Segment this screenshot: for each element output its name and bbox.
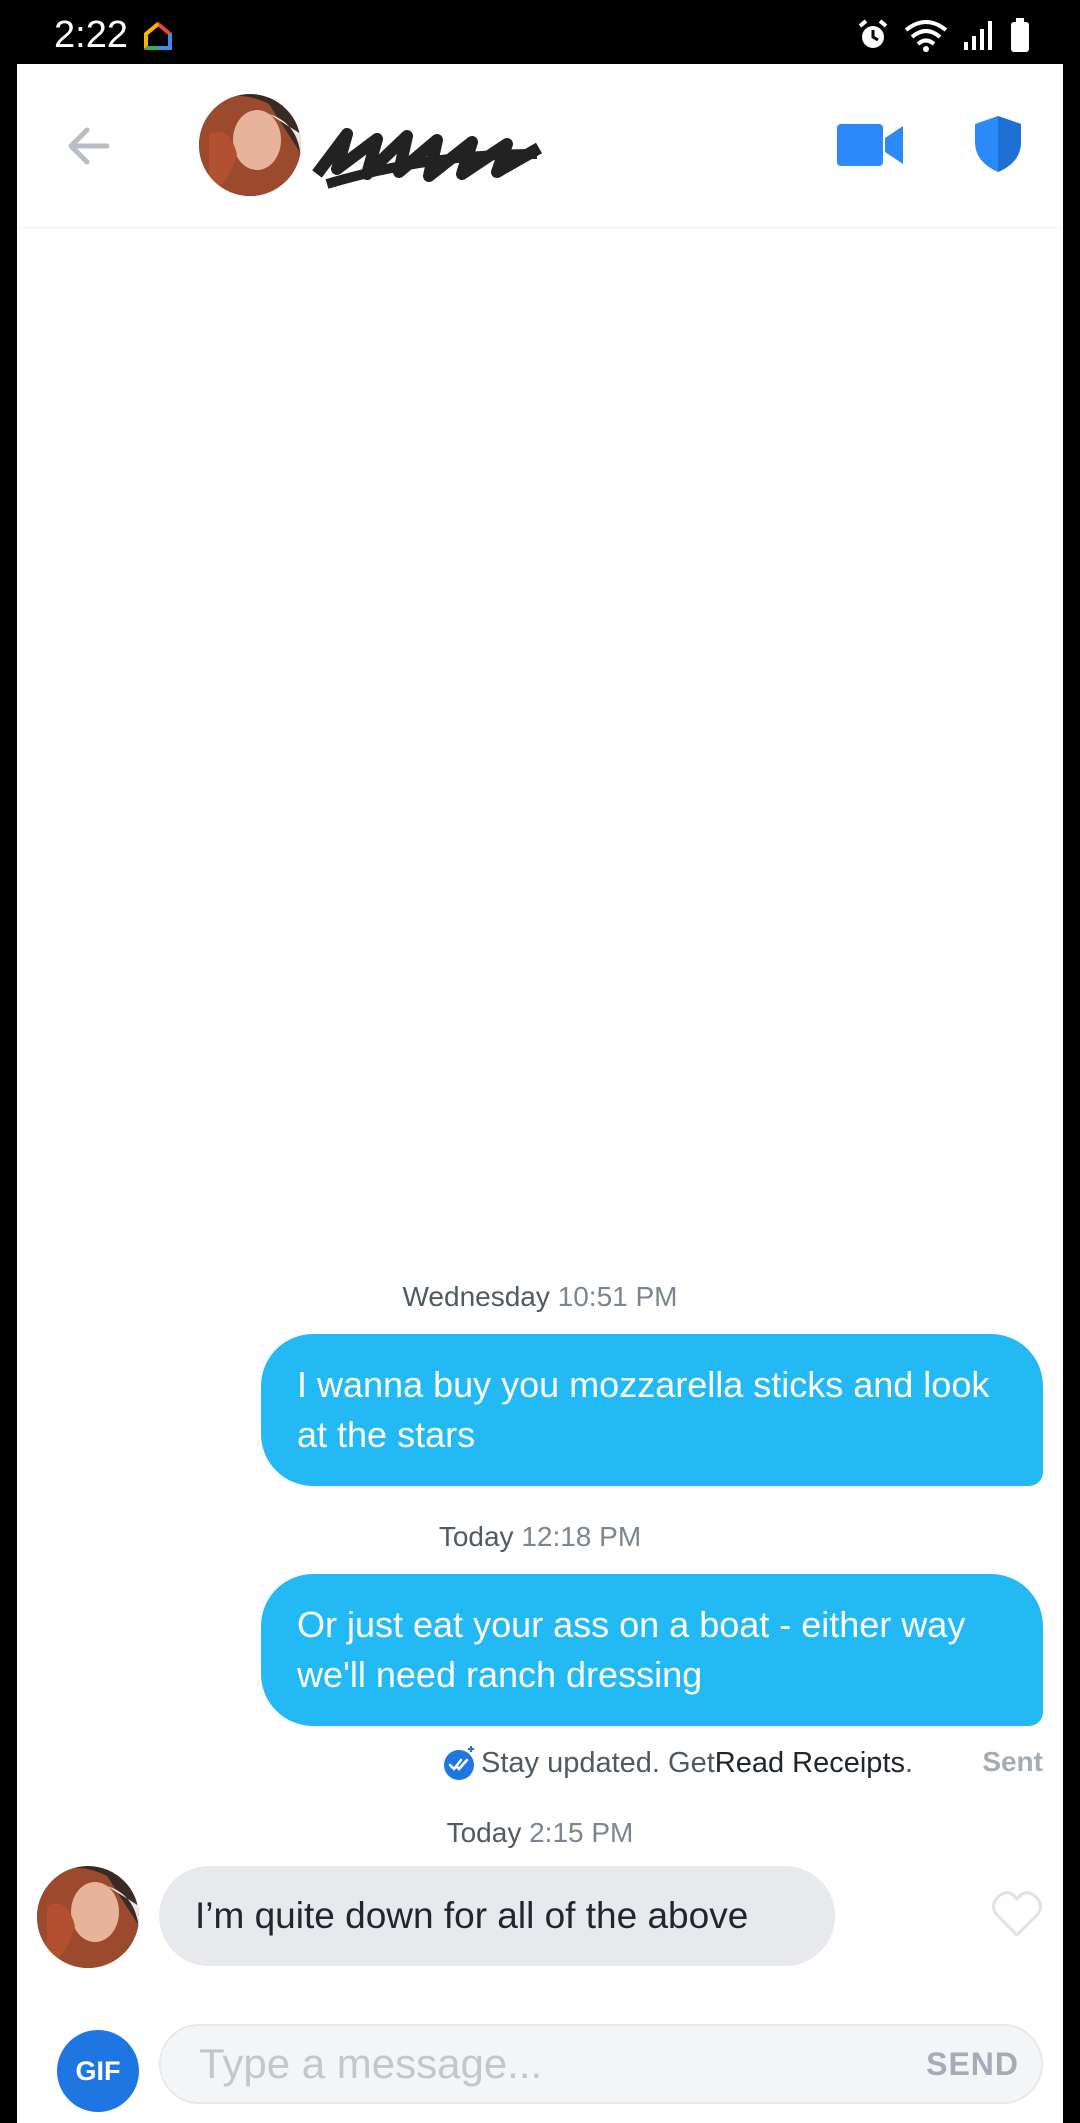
outgoing-message[interactable]: Or just eat your ass on a boat - either … xyxy=(261,1574,1043,1726)
match-avatar-small[interactable] xyxy=(37,1866,139,1968)
avatar-photo xyxy=(37,1866,139,1968)
message-list[interactable]: Wednesday 10:51 PM I wanna buy you mozza… xyxy=(17,228,1063,2018)
heart-like-icon[interactable] xyxy=(991,1889,1043,1939)
back-arrow-icon[interactable] xyxy=(61,118,117,174)
wifi-icon xyxy=(904,20,948,52)
status-time: 2:22 xyxy=(54,14,128,56)
timestamp-day: Today xyxy=(446,1817,522,1848)
read-receipts-link[interactable]: Read Receipts xyxy=(715,1747,905,1780)
incoming-message[interactable]: I’m quite down for all of the above xyxy=(159,1866,835,1966)
redacted-name xyxy=(312,128,542,189)
timestamp: Wednesday 10:51 PM xyxy=(17,1281,1063,1313)
gif-button[interactable]: GIF xyxy=(57,2030,139,2112)
avatar-photo xyxy=(199,94,301,196)
timestamp: Today 2:15 PM xyxy=(17,1817,1063,1849)
receipt-prefix: Stay updated. Get xyxy=(481,1746,715,1779)
receipt-suffix: . xyxy=(905,1746,914,1779)
outgoing-message[interactable]: I wanna buy you mozzarella sticks and lo… xyxy=(261,1334,1043,1486)
send-button[interactable]: SEND xyxy=(926,2026,1019,2102)
shield-icon[interactable] xyxy=(973,114,1023,174)
timestamp-time: 12:18 PM xyxy=(521,1521,642,1552)
match-avatar[interactable] xyxy=(199,94,301,196)
home-icon xyxy=(144,21,172,50)
chat-header xyxy=(17,64,1063,228)
status-icons xyxy=(856,18,1030,52)
alarm-icon xyxy=(858,19,888,48)
timestamp-day: Wednesday xyxy=(402,1281,550,1312)
signal-icon xyxy=(964,21,992,50)
message-input[interactable] xyxy=(199,2026,879,2102)
sent-status: Sent xyxy=(982,1746,1043,1777)
read-receipt-check-icon xyxy=(444,1746,474,1780)
chat-screen: Wednesday 10:51 PM I wanna buy you mozza… xyxy=(17,64,1063,2123)
timestamp-time: 10:51 PM xyxy=(557,1281,678,1312)
video-camera-icon[interactable] xyxy=(837,120,907,170)
read-receipts-promo[interactable]: Stay updated. Get Read Receipts . xyxy=(441,1745,913,1781)
status-bar: 2:22 xyxy=(0,0,1080,64)
timestamp: Today 12:18 PM xyxy=(17,1521,1063,1553)
timestamp-time: 2:15 PM xyxy=(529,1817,634,1848)
message-input-field[interactable]: SEND xyxy=(159,2024,1043,2104)
timestamp-day: Today xyxy=(438,1521,514,1552)
battery-icon xyxy=(1011,18,1029,52)
message-composer: GIF SEND xyxy=(17,2018,1063,2123)
